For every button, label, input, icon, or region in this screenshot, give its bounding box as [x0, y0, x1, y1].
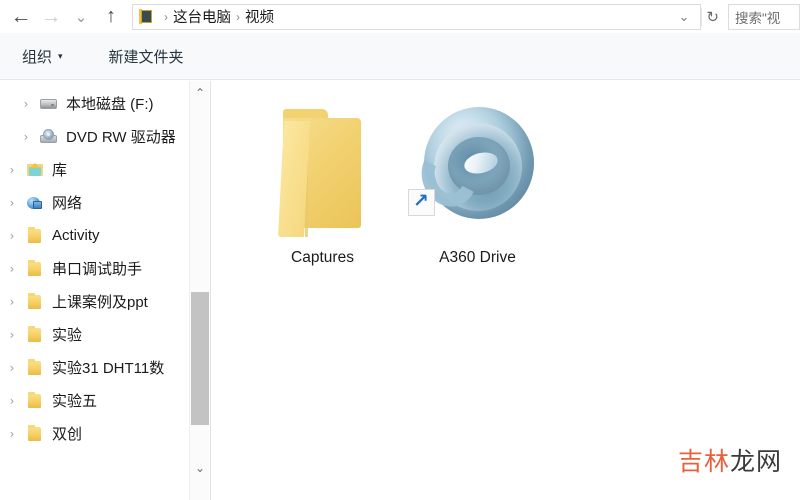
sidebar-item[interactable]: › 实验五 [0, 384, 189, 417]
watermark: 吉林龙网 [678, 442, 782, 478]
expand-chevron-right-icon[interactable]: › [0, 427, 24, 441]
sidebar-item-label: 实验 [52, 327, 83, 344]
expand-chevron-right-icon[interactable]: › [0, 361, 24, 375]
list-item-a360-drive[interactable]: ↗ A360 Drive [400, 93, 555, 267]
folder-icon [253, 93, 393, 243]
sidebar-item[interactable]: › 实验 [0, 318, 189, 351]
scroll-down-icon[interactable]: ⌄ [190, 458, 210, 478]
sidebar-item-label: 实验31 DHT11数 [52, 360, 165, 377]
sidebar-item-label: 串口调试助手 [52, 261, 143, 278]
folder-icon [24, 424, 46, 444]
sidebar-item[interactable]: › DVD RW 驱动器 [0, 120, 189, 153]
expand-chevron-right-icon[interactable]: › [0, 196, 24, 210]
sidebar-item-label: 实验五 [52, 393, 98, 410]
sidebar-item-label: 上课案例及ppt [52, 294, 148, 311]
sidebar-item-label: Activity [52, 227, 100, 244]
file-label: A360 Drive [439, 249, 516, 266]
expand-chevron-right-icon[interactable]: › [0, 262, 24, 276]
breadcrumb-videos[interactable]: 视频 [245, 6, 274, 27]
folder-icon [24, 325, 46, 345]
address-dropdown-chevron-down-icon[interactable]: ⌄ [672, 9, 697, 25]
folder-icon [24, 292, 46, 312]
chevron-down-icon: ▾ [58, 50, 63, 61]
shortcut-overlay-icon: ↗ [407, 189, 435, 216]
sidebar-item[interactable]: › 库 [0, 153, 189, 186]
file-label: Captures [291, 249, 354, 266]
sidebar-item[interactable]: › 本地磁盘 (F:) [0, 87, 189, 120]
recent-locations-chevron-down-icon[interactable]: ⌄ [66, 2, 96, 32]
breadcrumb-this-pc[interactable]: 这台电脑 [173, 6, 231, 27]
list-item-captures[interactable]: Captures [245, 93, 400, 267]
a360-drive-icon: ↗ [407, 93, 548, 243]
address-bar[interactable]: › 这台电脑 › 视频 ⌄ [132, 3, 702, 30]
organize-button[interactable]: 组织 ▾ [16, 46, 69, 67]
expand-chevron-right-icon[interactable]: › [0, 229, 24, 243]
sidebar-item-label: DVD RW 驱动器 [66, 129, 176, 146]
scroll-up-icon[interactable]: ⌃ [190, 83, 210, 103]
new-folder-button[interactable]: 新建文件夹 [103, 46, 190, 67]
sidebar-item-label: 本地磁盘 (F:) [66, 96, 154, 113]
sidebar-item[interactable]: › 串口调试助手 [0, 252, 189, 285]
breadcrumb-separator: › [236, 9, 240, 24]
address-bar-actions: ⌄ [672, 9, 697, 25]
shortcut-arrow-icon: ↗ [413, 191, 429, 212]
sidebar-item[interactable]: › 网络 [0, 186, 189, 219]
folder-tree: › 本地磁盘 (F:) › DVD RW 驱动器 › 库 › 网络 › Activity › 串口调试… [0, 81, 189, 450]
sidebar-item[interactable]: › 实验31 DHT11数 [0, 351, 189, 384]
file-explorer-window: ← → ⌄ ↑ › 这台电脑 › 视频 ⌄ ↻ 搜索"视 组织 ▾ 新建文件夹 [0, 0, 800, 500]
watermark-part1: 吉林 [677, 447, 730, 476]
organize-label: 组织 [22, 48, 53, 66]
sidebar-item-label: 网络 [52, 195, 83, 212]
library-icon [24, 160, 46, 180]
refresh-icon[interactable]: ↻ [701, 7, 723, 26]
navigation-pane: › 本地磁盘 (F:) › DVD RW 驱动器 › 库 › 网络 › Activity › 串口调试… [0, 81, 189, 500]
breadcrumb-separator: › [164, 9, 168, 24]
folder-icon [24, 226, 46, 246]
expand-chevron-right-icon[interactable]: › [0, 394, 24, 408]
new-folder-label: 新建文件夹 [108, 48, 184, 66]
search-placeholder: 搜索"视 [735, 10, 781, 26]
sidebar-item[interactable]: › 上课案例及ppt [0, 285, 189, 318]
folder-icon [24, 391, 46, 411]
this-pc-icon [139, 8, 155, 25]
expand-chevron-right-icon[interactable]: › [0, 295, 24, 309]
navigation-pane-scrollbar[interactable]: ⌃ ⌄ [189, 81, 209, 500]
expand-chevron-right-icon[interactable]: › [14, 130, 38, 144]
expand-chevron-right-icon[interactable]: › [0, 328, 24, 342]
file-items: Captures ↗ A360 Drive [211, 81, 800, 267]
watermark-part2: 龙网 [729, 447, 782, 476]
file-list-pane[interactable]: Captures ↗ A360 Drive [210, 81, 800, 500]
expand-chevron-right-icon[interactable]: › [0, 163, 24, 177]
sidebar-item[interactable]: › Activity [0, 219, 189, 252]
drive-icon [38, 94, 60, 114]
folder-icon [24, 259, 46, 279]
dvd-drive-icon [38, 127, 60, 147]
network-icon [24, 193, 46, 213]
folder-icon [24, 358, 46, 378]
navigation-bar: ← → ⌄ ↑ › 这台电脑 › 视频 ⌄ ↻ 搜索"视 [0, 0, 800, 33]
forward-icon[interactable]: → [36, 2, 66, 32]
up-one-level-icon[interactable]: ↑ [96, 2, 126, 32]
sidebar-item-label: 双创 [52, 426, 83, 443]
sidebar-item[interactable]: › 双创 [0, 417, 189, 450]
sidebar-item-label: 库 [52, 162, 68, 179]
search-input[interactable]: 搜索"视 [728, 3, 800, 30]
expand-chevron-right-icon[interactable]: › [14, 97, 38, 111]
back-icon[interactable]: ← [6, 2, 36, 32]
command-toolbar: 组织 ▾ 新建文件夹 [0, 33, 800, 80]
scrollbar-thumb[interactable] [191, 292, 209, 425]
